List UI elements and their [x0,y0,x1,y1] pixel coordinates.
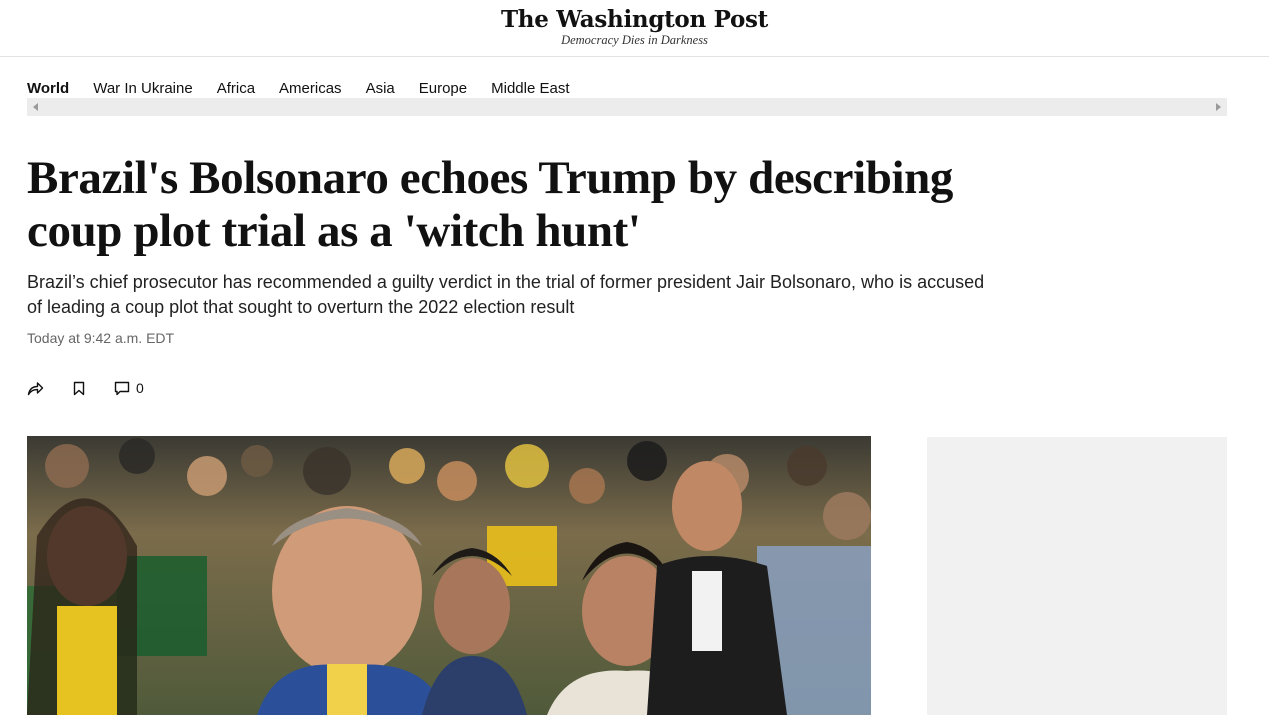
share-button[interactable] [27,381,44,396]
nav-item-war-in-ukraine[interactable]: War In Ukraine [93,80,192,97]
article-headline: Brazil's Bolsonaro echoes Trump by descr… [27,152,953,257]
comments-button[interactable]: 0 [114,380,144,396]
section-nav: World War In Ukraine Africa Americas Asi… [27,78,1227,98]
nav-item-europe[interactable]: Europe [419,80,467,97]
comment-icon [114,381,130,395]
share-icon [27,381,44,395]
tagline: Democracy Dies in Darkness [561,33,708,47]
masthead: The Washington Post Democracy Dies in Da… [0,0,1269,57]
nav-item-africa[interactable]: Africa [217,80,255,97]
comment-count: 0 [136,380,144,396]
article-subheadline: Brazil’s chief prosecutor has recommende… [27,272,985,317]
lead-photo-illustration [27,436,871,715]
scroll-left-arrow-icon[interactable] [33,103,38,111]
advertisement-slot[interactable] [927,437,1227,715]
lead-photo[interactable] [27,436,871,715]
nav-item-asia[interactable]: Asia [366,80,395,97]
nav-item-world[interactable]: World [27,80,69,97]
washington-post-logo[interactable]: The Washington Post [0,6,1269,34]
nav-item-americas[interactable]: Americas [279,80,342,97]
article-timestamp: Today at 9:42 a.m. EDT [27,330,175,346]
bookmark-icon [73,381,85,395]
bookmark-button[interactable] [72,381,86,396]
article-action-bar: 0 [27,378,172,398]
scroll-right-arrow-icon[interactable] [1216,103,1221,111]
nav-item-middle-east[interactable]: Middle East [491,80,569,97]
nav-horizontal-scrollbar[interactable] [27,98,1227,116]
